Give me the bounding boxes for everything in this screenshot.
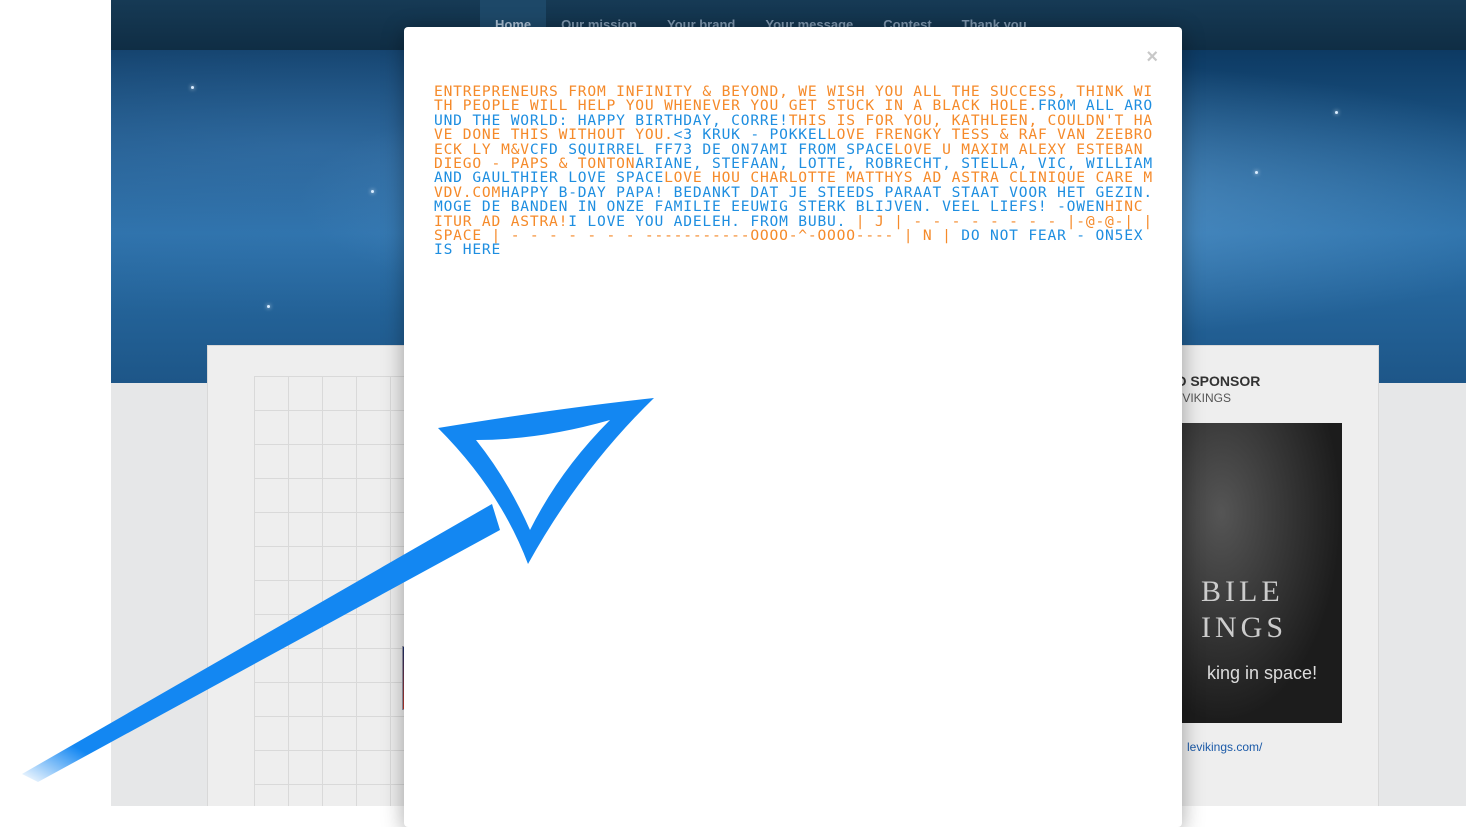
sponsor-image-line1: BILE (1201, 575, 1284, 608)
star (191, 86, 194, 89)
sponsor-subtitle: E VIKINGS (1171, 391, 1232, 405)
close-icon[interactable]: × (1146, 47, 1158, 67)
star (1255, 171, 1258, 174)
sponsor-link[interactable]: levikings.com/ (1187, 740, 1262, 754)
sponsor-image-tagline: king in space! (1207, 663, 1318, 683)
message-segment: Happy B-day Papa! Bedankt dat je steeds … (434, 183, 1153, 216)
sponsor-image-line2: INGS (1201, 611, 1288, 644)
star (371, 190, 374, 193)
sponsor-title: ED SPONSOR (1167, 373, 1261, 389)
message-modal: × Entrepreneurs from infinity & beyond, … (404, 27, 1182, 827)
message-text: Entrepreneurs from infinity & beyond, we… (434, 84, 1154, 258)
star (267, 305, 270, 308)
star (1335, 111, 1338, 114)
